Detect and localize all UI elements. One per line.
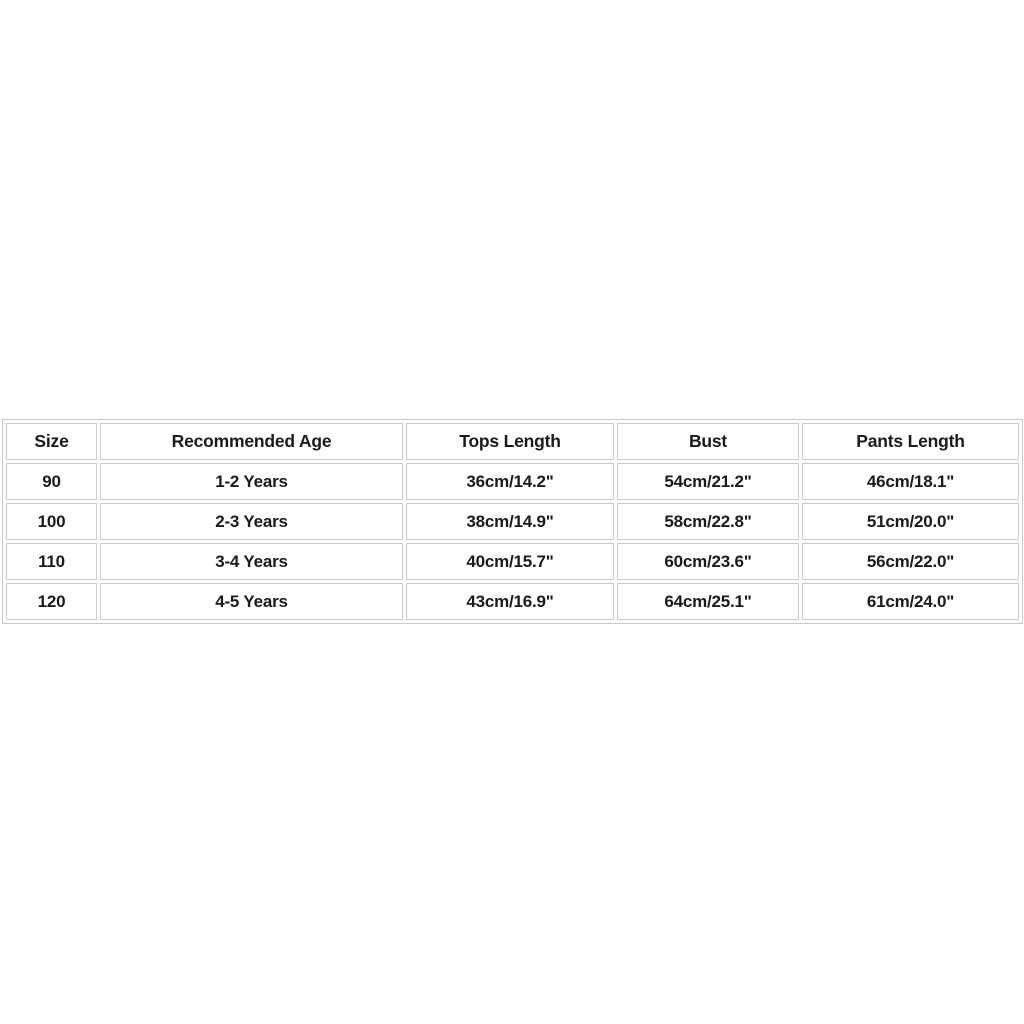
table-row: 90 1-2 Years 36cm/14.2" 54cm/21.2" 46cm/… bbox=[6, 463, 1019, 500]
cell-recommended-age: 2-3 Years bbox=[100, 503, 403, 540]
cell-pants-length: 46cm/18.1" bbox=[802, 463, 1019, 500]
cell-size: 90 bbox=[6, 463, 97, 500]
column-header-bust: Bust bbox=[617, 423, 799, 460]
cell-bust: 64cm/25.1" bbox=[617, 583, 799, 620]
cell-tops-length: 36cm/14.2" bbox=[406, 463, 614, 500]
column-header-pants-length: Pants Length bbox=[802, 423, 1019, 460]
table-header-row: Size Recommended Age Tops Length Bust Pa… bbox=[6, 423, 1019, 460]
table-row: 110 3-4 Years 40cm/15.7" 60cm/23.6" 56cm… bbox=[6, 543, 1019, 580]
cell-bust: 54cm/21.2" bbox=[617, 463, 799, 500]
cell-tops-length: 38cm/14.9" bbox=[406, 503, 614, 540]
cell-size: 100 bbox=[6, 503, 97, 540]
cell-recommended-age: 4-5 Years bbox=[100, 583, 403, 620]
cell-pants-length: 51cm/20.0" bbox=[802, 503, 1019, 540]
table-row: 100 2-3 Years 38cm/14.9" 58cm/22.8" 51cm… bbox=[6, 503, 1019, 540]
cell-size: 120 bbox=[6, 583, 97, 620]
cell-size: 110 bbox=[6, 543, 97, 580]
table-row: 120 4-5 Years 43cm/16.9" 64cm/25.1" 61cm… bbox=[6, 583, 1019, 620]
column-header-recommended-age: Recommended Age bbox=[100, 423, 403, 460]
cell-tops-length: 40cm/15.7" bbox=[406, 543, 614, 580]
size-chart-body: 90 1-2 Years 36cm/14.2" 54cm/21.2" 46cm/… bbox=[6, 463, 1019, 620]
size-chart-table: Size Recommended Age Tops Length Bust Pa… bbox=[2, 419, 1023, 624]
cell-bust: 60cm/23.6" bbox=[617, 543, 799, 580]
cell-pants-length: 61cm/24.0" bbox=[802, 583, 1019, 620]
column-header-tops-length: Tops Length bbox=[406, 423, 614, 460]
size-chart-header: Size Recommended Age Tops Length Bust Pa… bbox=[6, 423, 1019, 460]
page-canvas: Size Recommended Age Tops Length Bust Pa… bbox=[0, 0, 1024, 1024]
cell-bust: 58cm/22.8" bbox=[617, 503, 799, 540]
cell-recommended-age: 1-2 Years bbox=[100, 463, 403, 500]
size-chart-container: Size Recommended Age Tops Length Bust Pa… bbox=[2, 419, 1023, 624]
cell-pants-length: 56cm/22.0" bbox=[802, 543, 1019, 580]
column-header-size: Size bbox=[6, 423, 97, 460]
cell-recommended-age: 3-4 Years bbox=[100, 543, 403, 580]
cell-tops-length: 43cm/16.9" bbox=[406, 583, 614, 620]
